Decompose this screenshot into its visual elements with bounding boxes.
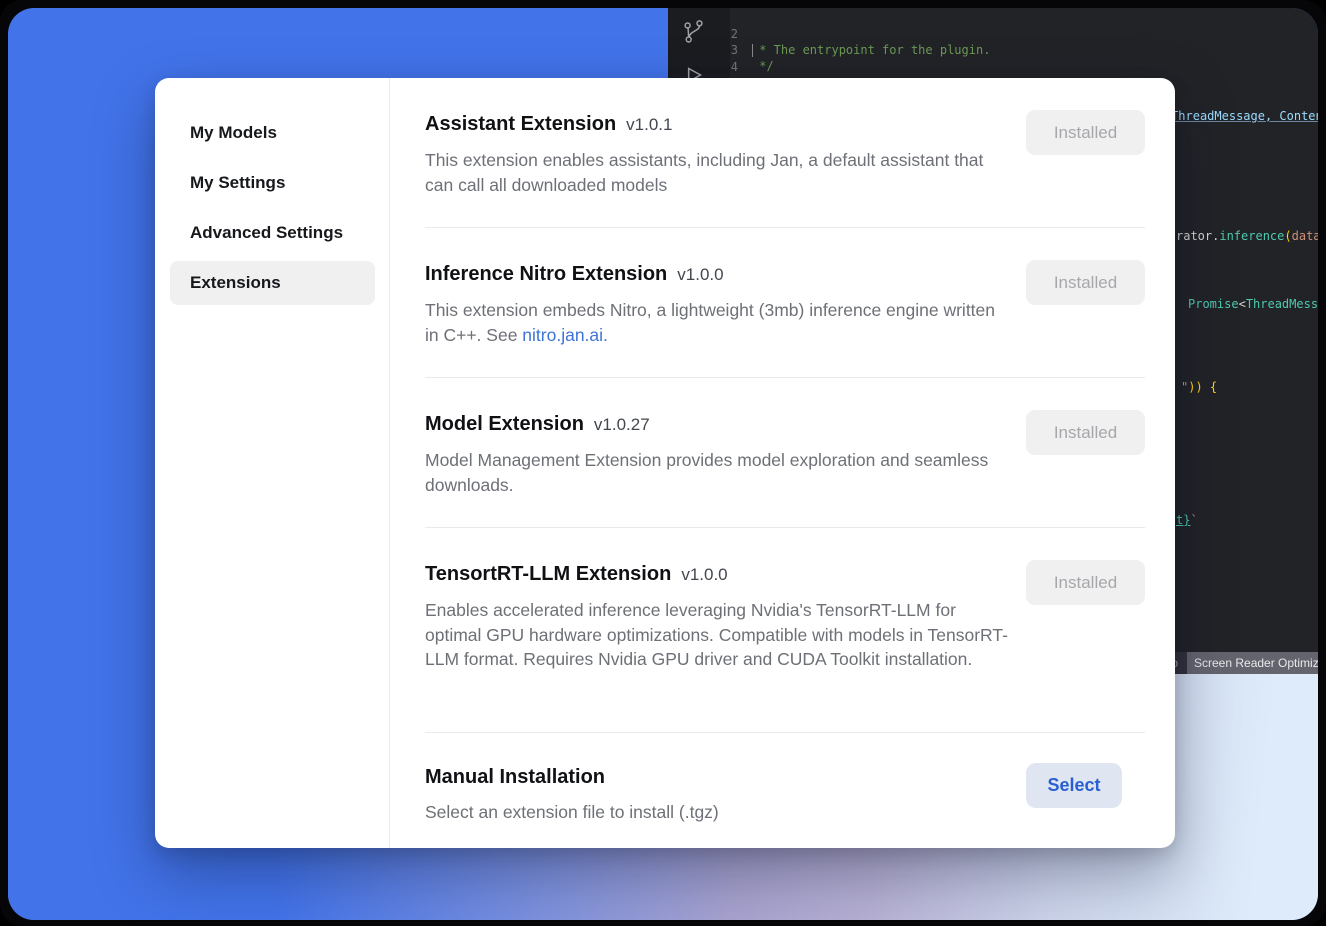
extension-description: Model Management Extension provides mode…: [425, 448, 1010, 497]
screenshot-canvas: 2 * The entrypoint for the plugin. 3 */ …: [0, 0, 1326, 926]
extension-row-model: Model Extension v1.0.27 Model Management …: [425, 378, 1145, 528]
code-fragment-braces: ")) {: [1181, 379, 1217, 395]
code-line-3: */: [752, 58, 774, 74]
extension-row-nitro: Inference Nitro Extension v1.0.0 This ext…: [425, 228, 1145, 378]
extension-version: v1.0.0: [677, 265, 723, 284]
settings-window: My Models My Settings Advanced Settings …: [155, 78, 1175, 848]
code-token: data: [1292, 229, 1318, 243]
extension-row-assistant: Assistant Extension v1.0.1 This extension…: [425, 78, 1145, 228]
sidebar-item-advanced-settings[interactable]: Advanced Settings: [170, 211, 375, 255]
code-line-2: * The entrypoint for the plugin.: [752, 42, 990, 58]
code-token: <: [1239, 297, 1246, 311]
extension-description: Enables accelerated inference leveraging…: [425, 598, 1010, 672]
extension-title: Assistant Extension v1.0.1: [425, 110, 1010, 139]
code-fragment-inference: rator.inference(data));: [1176, 228, 1318, 244]
extension-info: TensortRT-LLM Extension v1.0.0 Enables ac…: [425, 560, 1010, 672]
code-token: t}: [1176, 513, 1190, 527]
extension-description: This extension enables assistants, inclu…: [425, 148, 1010, 197]
manual-installation-title: Manual Installation: [425, 763, 1010, 791]
extension-name: Inference Nitro Extension: [425, 263, 667, 285]
code-token: (: [1284, 229, 1291, 243]
extension-description: This extension embeds Nitro, a lightweig…: [425, 298, 1010, 347]
nitro-jan-ai-link[interactable]: nitro.jan.ai.: [522, 325, 608, 345]
sidebar-item-my-settings[interactable]: My Settings: [170, 161, 375, 205]
manual-installation-description: Select an extension file to install (.tg…: [425, 800, 1010, 825]
code-token: )): [1188, 380, 1202, 394]
extension-info: Inference Nitro Extension v1.0.0 This ext…: [425, 260, 1010, 347]
extension-info: Model Extension v1.0.27 Model Management …: [425, 410, 1010, 497]
screen-reader-optimized-status[interactable]: Screen Reader Optimized: [1187, 652, 1318, 674]
extensions-panel: Assistant Extension v1.0.1 This extension…: [390, 78, 1175, 848]
code-token: inference: [1219, 229, 1284, 243]
code-token: rator.: [1176, 229, 1219, 243]
extension-row-tensorrt: TensortRT-LLM Extension v1.0.0 Enables ac…: [425, 528, 1145, 733]
extension-version: v1.0.27: [594, 415, 650, 434]
code-token: Promise: [1188, 297, 1239, 311]
code-fragment-promise: Promise<ThreadMessage>: [1188, 296, 1318, 312]
manual-installation-info: Manual Installation Select an extension …: [425, 763, 1010, 825]
extension-info: Assistant Extension v1.0.1 This extension…: [425, 110, 1010, 197]
code-token: ThreadMessage: [1246, 297, 1318, 311]
code-fragment-template: t}`: [1176, 512, 1198, 528]
extension-title: Inference Nitro Extension v1.0.0: [425, 260, 1010, 289]
sidebar-item-extensions[interactable]: Extensions: [170, 261, 375, 305]
extension-version: v1.0.1: [626, 115, 672, 134]
settings-sidebar: My Models My Settings Advanced Settings …: [155, 78, 390, 848]
installed-button[interactable]: Installed: [1026, 260, 1145, 305]
code-token: {: [1203, 380, 1217, 394]
extension-name: TensortRT-LLM Extension: [425, 563, 671, 585]
sidebar-item-my-models[interactable]: My Models: [170, 111, 375, 155]
extension-version: v1.0.0: [681, 565, 727, 584]
extension-title: Model Extension v1.0.27: [425, 410, 1010, 439]
text-caret: [752, 44, 753, 57]
installed-button[interactable]: Installed: [1026, 410, 1145, 455]
extension-name: Model Extension: [425, 413, 584, 435]
installed-button[interactable]: Installed: [1026, 560, 1145, 605]
code-token: `: [1190, 513, 1197, 527]
select-file-button[interactable]: Select: [1026, 763, 1122, 808]
installed-button[interactable]: Installed: [1026, 110, 1145, 155]
extension-name: Assistant Extension: [425, 113, 616, 135]
description-text: This extension embeds Nitro, a lightweig…: [425, 300, 995, 345]
manual-installation-row: Manual Installation Select an extension …: [425, 733, 1145, 825]
extension-title: TensortRT-LLM Extension v1.0.0: [425, 560, 1010, 589]
